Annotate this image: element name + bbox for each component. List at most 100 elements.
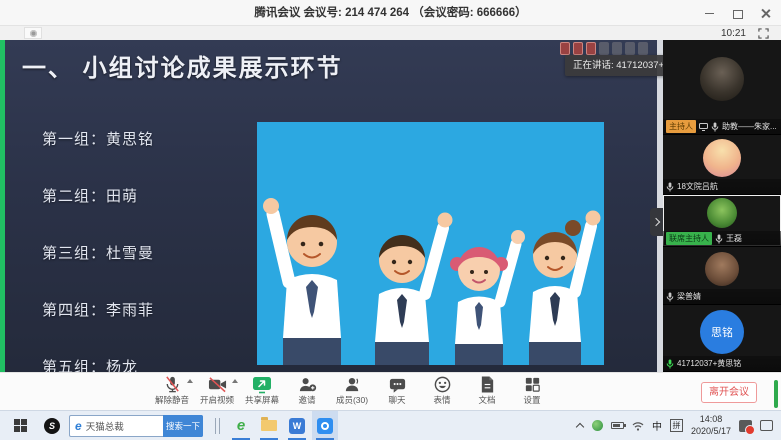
app-wps[interactable]: W [284,411,310,440]
window-controls [704,0,771,26]
participant-name: 梁普婧 [677,291,701,302]
chat-button[interactable]: 聊天 [375,375,419,409]
settings-button[interactable]: 设置 [510,375,554,409]
titlebar: 腾讯会议 会议号: 214 474 264 （会议密码: 666666） [0,0,781,26]
avatar-initials: 思铭 [711,324,733,340]
fullscreen-icon[interactable] [758,28,769,39]
participant-label: 41712037+黄思铭 [663,356,781,371]
participant-name: 王磊 [726,233,742,244]
shared-screen-slide: 一、 小组讨论成果展示环节 第一组：黄思铭 第二组：田萌 第三组：杜雪曼 第四组… [0,40,657,372]
app-tencent-meeting[interactable] [312,411,338,440]
leave-meeting-button[interactable]: 离开会议 [701,382,757,403]
antivirus-tray-icon[interactable] [592,420,603,431]
mic-options-arrow[interactable] [187,379,193,383]
group-item: 第五组：杨龙 [42,356,154,372]
taskbar-apps: e W [228,411,338,440]
participant-label: 梁普婧 [663,289,781,304]
avatar [705,252,739,286]
invite-icon [298,375,317,394]
windows-taskbar: S e 天猫总裁 搜索一下 e W 中 拼 14:08 2020/5/17 [0,410,781,440]
members-button[interactable]: 成员(30) [330,375,374,409]
group-item: 第二组：田萌 [42,185,154,206]
app-ie-browser[interactable]: e [228,411,254,440]
ie-mini-icon: e [75,419,82,433]
search-go-button[interactable]: 搜索一下 [163,415,203,437]
cohost-badge: 联席主持人 [666,232,712,245]
green-scrollbar[interactable] [774,380,778,408]
system-tray: 中 拼 14:08 2020/5/17 [576,414,773,437]
share-screen-button[interactable]: 共享屏幕 [240,375,284,409]
hidden-icons-chevron[interactable] [576,422,584,430]
avatar [700,57,744,101]
browser-s-icon[interactable]: S [44,418,60,434]
mic-mini-icon [666,182,674,192]
maximize-icon[interactable] [732,8,743,19]
chat-icon [388,375,407,394]
kid-2 [375,213,453,366]
participant-label: 联席主持人 王磊 [663,231,781,246]
gear-glyph [30,30,37,37]
participant-tile[interactable]: 思铭 41712037+黄思铭 [663,305,781,372]
group-item: 第一组：黄思铭 [42,128,154,149]
mic-mini-icon [711,122,719,132]
ime-language-indicator[interactable]: 中 [652,418,662,433]
ime-mode-icon[interactable]: 拼 [670,419,683,432]
settings-gear-icon[interactable] [24,27,42,39]
camera-off-icon [207,375,228,394]
meeting-title: 腾讯会议 会议号: 214 474 264 （会议密码: 666666） [0,0,781,26]
group-item: 第三组：杜雪曼 [42,242,154,263]
docs-button[interactable]: 文档 [465,375,509,409]
group-list: 第一组：黄思铭 第二组：田萌 第三组：杜雪曼 第四组：李雨菲 第五组：杨龙 [42,128,154,372]
meeting-app-icon [317,418,333,434]
green-edge-strip [0,40,5,372]
screen-share-mini-icon [699,123,708,131]
main-area: 一、 小组讨论成果展示环节 第一组：黄思铭 第二组：田萌 第三组：杜雪曼 第四组… [0,40,781,372]
participant-label: 主持人 助教——朱家... [663,119,781,134]
sidebar-collapse-handle[interactable] [650,208,663,236]
meeting-toolbar: 解除静音 开启视频 共享屏幕 邀请 [0,372,781,410]
participant-name: 助教——朱家... [722,121,777,132]
meeting-clock: 10:21 [721,28,746,39]
slide-stamp-decoration [560,42,648,55]
search-query-text: 天猫总裁 [86,419,124,433]
notification-icon[interactable] [739,420,752,432]
share-screen-icon [252,375,272,394]
settings-grid-icon [523,375,542,394]
wps-icon: W [289,418,305,434]
tray-time: 14:08 [691,414,731,425]
kids-raising-hands-image [257,122,604,365]
folder-icon [261,420,277,431]
battery-icon[interactable] [611,422,624,429]
taskbar-search-box[interactable]: e 天猫总裁 搜索一下 [69,415,203,437]
group-item: 第四组：李雨菲 [42,299,154,320]
tray-date: 2020/5/17 [691,426,731,437]
participant-tile[interactable]: 18文院吕航 [663,135,781,195]
invite-button[interactable]: 邀请 [285,375,329,409]
participant-tile[interactable]: 主持人 助教——朱家... [663,40,781,135]
browser-e-icon: e [237,417,245,434]
subbar: 10:21 [0,26,781,40]
wifi-icon[interactable] [632,421,644,431]
participant-tile[interactable]: 联席主持人 王磊 [663,195,781,247]
app-file-explorer[interactable] [256,411,282,440]
kid-4 [529,211,601,366]
host-badge: 主持人 [666,120,696,133]
avatar [703,139,741,177]
participants-sidebar: 主持人 助教——朱家... 18文院吕航 [663,40,781,372]
close-icon[interactable] [760,8,771,19]
emoji-button[interactable]: 表情 [420,375,464,409]
windows-start-icon[interactable] [14,419,27,432]
avatar [707,198,737,228]
tencent-meeting-window: 腾讯会议 会议号: 214 474 264 （会议密码: 666666） 10:… [0,0,781,440]
minimize-icon[interactable] [704,8,715,19]
members-icon [343,375,362,394]
action-center-icon[interactable] [760,420,773,431]
start-video-button[interactable]: 开启视频 [195,375,239,409]
participant-tile[interactable]: 梁普婧 [663,247,781,305]
document-icon [479,375,496,394]
unmute-button[interactable]: 解除静音 [150,375,194,409]
clock-date[interactable]: 14:08 2020/5/17 [691,414,731,437]
participant-label: 18文院吕航 [663,179,781,194]
slide-title: 一、 小组讨论成果展示环节 [22,48,343,83]
video-options-arrow[interactable] [232,379,238,383]
